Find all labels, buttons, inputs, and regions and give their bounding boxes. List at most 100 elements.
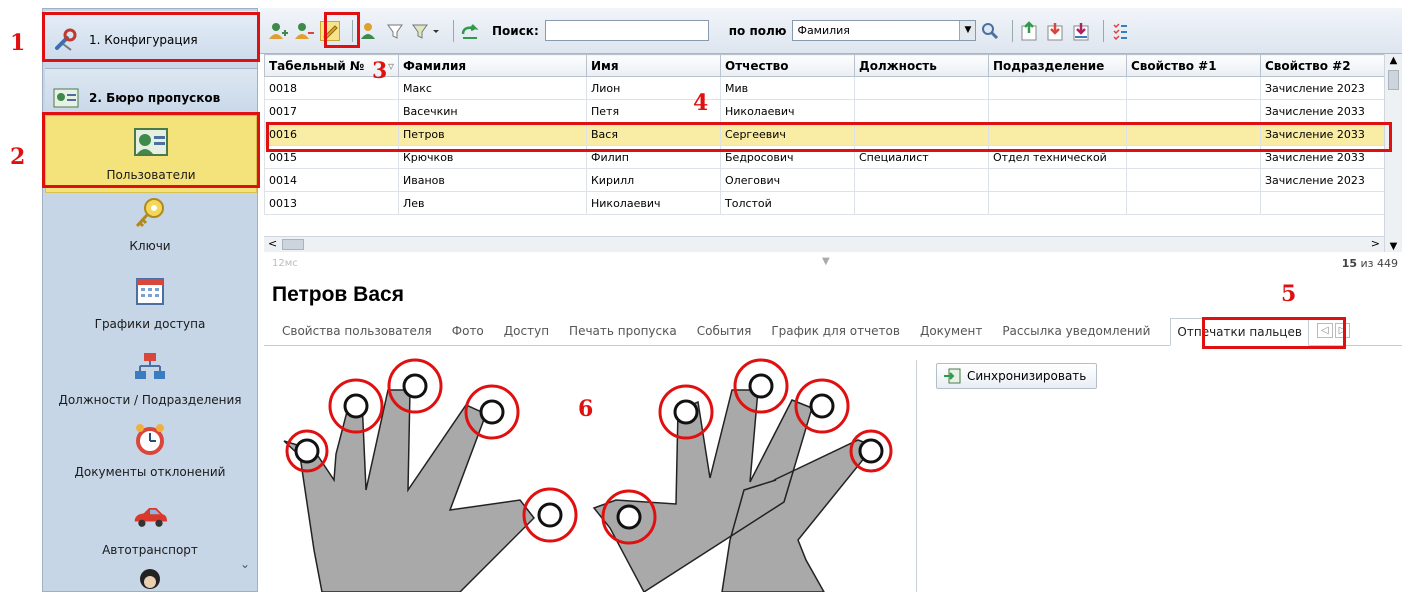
table-cell bbox=[1126, 76, 1261, 100]
sidebar-item-positions[interactable]: Должности / Подразделения bbox=[43, 349, 257, 407]
table-row[interactable]: 0014 Иванов Кирилл Олегович Зачисление 2023 bbox=[264, 168, 1384, 192]
table-row[interactable]: 0015 Крючков Филип Бедросович Специалист Отде… bbox=[264, 145, 1384, 169]
person-icon bbox=[135, 565, 165, 592]
chevron-down-icon[interactable]: ▼ bbox=[959, 21, 976, 40]
sync-button[interactable]: Синхронизировать bbox=[936, 363, 1098, 389]
id-card-icon bbox=[53, 88, 79, 107]
car-icon bbox=[132, 499, 168, 535]
sidebar-item-vehicles[interactable]: Автотранспорт bbox=[43, 499, 257, 557]
edit-pencil-icon[interactable] bbox=[320, 20, 340, 41]
sidebar-item-schedules-label: Графики доступа bbox=[94, 317, 206, 331]
query-time: 12мс bbox=[272, 258, 298, 269]
table-cell: Отдел технической bbox=[988, 145, 1127, 169]
sidebar-item-keys-label: Ключи bbox=[129, 239, 171, 253]
sort-filter-icon[interactable]: ▿ bbox=[388, 59, 394, 73]
table-cell bbox=[988, 122, 1127, 146]
column-header-property-2[interactable]: Свойство #2 bbox=[1260, 54, 1384, 77]
table-cell bbox=[854, 99, 989, 123]
scroll-up-icon[interactable]: ▲ bbox=[1385, 54, 1402, 68]
table-cell: Зачисление 2033 bbox=[1260, 122, 1384, 146]
search-icon[interactable] bbox=[980, 21, 1000, 41]
table-row[interactable]: 0013 Лев Николаевич Толстой bbox=[264, 191, 1384, 215]
import-icon[interactable] bbox=[1019, 20, 1039, 41]
tab-photo[interactable]: Фото bbox=[452, 324, 484, 338]
fingerprint-left-index[interactable] bbox=[479, 399, 505, 425]
column-header-patronymic[interactable]: Отчество bbox=[720, 54, 855, 77]
table-cell bbox=[1126, 145, 1261, 169]
nav-section-configuration-label: 1. Конфигурация bbox=[89, 32, 198, 47]
filter-dropdown-icon[interactable] bbox=[411, 21, 441, 41]
export-all-icon[interactable] bbox=[1071, 21, 1091, 41]
export-icon[interactable] bbox=[1045, 21, 1065, 41]
toolbar-separator bbox=[453, 19, 454, 42]
refresh-icon[interactable] bbox=[460, 21, 480, 41]
user-info-icon[interactable] bbox=[359, 21, 379, 41]
grid-horizontal-scrollbar[interactable]: < > bbox=[264, 236, 1384, 252]
table-row[interactable]: 0017 Васечкин Петя Николаевич Зачисление 203… bbox=[264, 99, 1384, 123]
annotation-number: 2 bbox=[10, 144, 26, 170]
tab-document[interactable]: Документ bbox=[920, 324, 982, 338]
scroll-down-icon[interactable]: ▼ bbox=[1385, 241, 1402, 252]
tab-print-pass[interactable]: Печать пропуска bbox=[569, 324, 677, 338]
toolbar-separator bbox=[352, 19, 353, 42]
grid-vertical-scrollbar[interactable]: ▲ ▼ bbox=[1384, 54, 1402, 252]
table-cell: Мив bbox=[720, 76, 855, 100]
tab-access[interactable]: Доступ bbox=[504, 324, 549, 338]
fingerprint-left-middle[interactable] bbox=[402, 373, 428, 399]
table-cell: Лев bbox=[398, 191, 587, 215]
tab-events[interactable]: События bbox=[697, 324, 752, 338]
sidebar-item-keys[interactable]: Ключи bbox=[43, 195, 257, 253]
search-field-select[interactable]: Фамилия ▼ bbox=[792, 20, 977, 41]
sidebar-item-deviation-docs[interactable]: Документы отклонений bbox=[43, 421, 257, 479]
annotation-number: 1 bbox=[10, 30, 26, 56]
search-input[interactable] bbox=[544, 20, 709, 41]
table-cell: Зачисление 2023 bbox=[1260, 168, 1384, 192]
column-header-first-name[interactable]: Имя bbox=[586, 54, 721, 77]
column-header-last-name[interactable]: Фамилия bbox=[398, 54, 587, 77]
tab-fingerprints[interactable]: Отпечатки пальцев bbox=[1170, 317, 1309, 346]
table-cell bbox=[988, 191, 1127, 215]
scroll-right-icon[interactable]: > bbox=[1371, 237, 1380, 250]
fingerprint-right-pinky[interactable] bbox=[858, 438, 884, 464]
collapse-chevron-icon[interactable]: ▼ bbox=[822, 256, 830, 267]
fingerprint-right-thumb[interactable] bbox=[616, 504, 642, 530]
column-chooser-icon[interactable] bbox=[1110, 21, 1130, 41]
toolbar: Поиск: по полю Фамилия ▼ bbox=[260, 8, 1402, 54]
sidebar-item-schedules[interactable]: Графики доступа bbox=[43, 273, 257, 331]
column-header-property-1[interactable]: Свойство #1 bbox=[1126, 54, 1261, 77]
nav-section-configuration[interactable]: 1. Конфигурация bbox=[45, 11, 257, 69]
fingerprint-right-index[interactable] bbox=[673, 399, 699, 425]
tab-scroll-left-icon[interactable]: ◁ bbox=[1316, 323, 1333, 338]
table-row-selected[interactable]: 0016 Петров Вася Сергеевич Зачисление 2033 bbox=[264, 122, 1384, 146]
grid-status-bar: 12мс ▼ 15 из 449 bbox=[264, 252, 1402, 276]
sync-button-label: Синхронизировать bbox=[967, 369, 1087, 383]
scroll-thumb[interactable] bbox=[1388, 70, 1399, 90]
sidebar-scroll-down-icon[interactable]: ⌄ bbox=[237, 557, 253, 573]
tab-user-properties[interactable]: Свойства пользователя bbox=[282, 324, 432, 338]
fingerprint-right-middle[interactable] bbox=[748, 373, 774, 399]
tab-notifications[interactable]: Рассылка уведомлений bbox=[1002, 324, 1150, 338]
add-user-icon[interactable] bbox=[268, 21, 288, 41]
filter-icon[interactable] bbox=[385, 21, 405, 41]
sidebar-item-deviation-docs-label: Документы отклонений bbox=[74, 465, 226, 479]
column-header-department[interactable]: Подразделение bbox=[988, 54, 1127, 77]
users-icon bbox=[133, 124, 169, 160]
fingerprint-left-pinky[interactable] bbox=[294, 438, 320, 464]
scroll-left-icon[interactable]: < bbox=[268, 237, 277, 250]
calendar-icon bbox=[132, 273, 168, 309]
tab-scroll-right-icon[interactable]: ▷ bbox=[1334, 323, 1351, 338]
table-cell bbox=[1126, 191, 1261, 215]
table-cell: Толстой bbox=[720, 191, 855, 215]
fingerprint-left-thumb[interactable] bbox=[537, 502, 563, 528]
column-header-position[interactable]: Должность bbox=[854, 54, 989, 77]
table-cell bbox=[854, 191, 989, 215]
fingerprint-right-ring[interactable] bbox=[809, 393, 835, 419]
table-cell bbox=[1126, 99, 1261, 123]
remove-user-icon[interactable] bbox=[294, 21, 314, 41]
hscroll-thumb[interactable] bbox=[282, 239, 304, 250]
sidebar-item-users-label: Пользователи bbox=[106, 168, 196, 182]
sidebar-item-users[interactable]: Пользователи bbox=[45, 115, 257, 193]
table-row[interactable]: 0018 Макс Лион Мив Зачисление 2023 bbox=[264, 76, 1384, 100]
fingerprint-left-ring[interactable] bbox=[343, 393, 369, 419]
tab-report-schedule[interactable]: График для отчетов bbox=[771, 324, 900, 338]
